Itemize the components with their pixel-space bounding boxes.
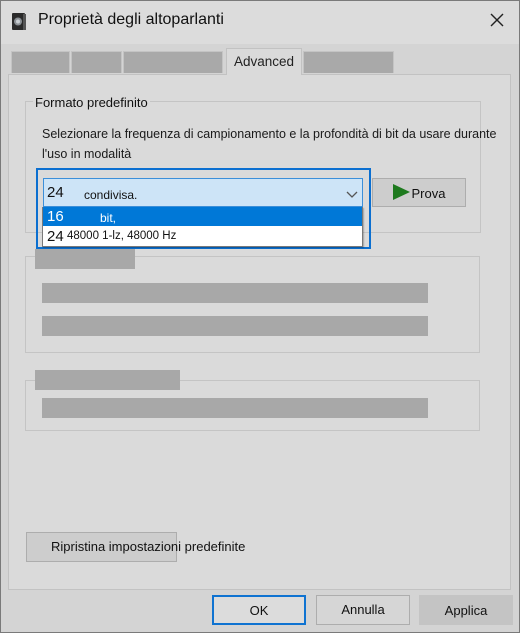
option-text: bit, — [100, 211, 117, 225]
tab-advanced[interactable]: Advanced — [226, 48, 302, 75]
default-format-legend: Formato predefinito — [33, 95, 150, 110]
default-format-description-line1: Selezionare la frequenza di campionament… — [42, 127, 497, 141]
restore-defaults-button[interactable]: Ripristina impostazioni predefinite — [26, 532, 245, 562]
chevron-down-icon[interactable] — [345, 187, 359, 198]
option-text: 48000 1-lz, 48000 Hz — [67, 230, 177, 242]
tab-redacted-3[interactable] — [123, 51, 223, 73]
tab-redacted-5[interactable] — [303, 51, 394, 73]
window-title: Proprietà degli altoparlanti — [38, 11, 224, 28]
close-button[interactable] — [484, 8, 510, 34]
test-button-label: Prova — [411, 186, 446, 202]
format-dropdown-list: 16 bit, 24 48000 1-lz, 48000 Hz — [42, 207, 363, 247]
redacted-control-1[interactable] — [42, 283, 428, 303]
option-bitdepth: 16 — [47, 208, 64, 225]
format-combobox[interactable]: 24 condivisa. — [43, 178, 363, 207]
cancel-button[interactable]: Annulla — [316, 595, 410, 625]
dropdown-option-24bit[interactable]: 24 48000 1-lz, 48000 Hz — [43, 227, 362, 246]
redacted-group-2-legend — [35, 370, 180, 390]
apply-button[interactable]: Applica — [419, 595, 513, 625]
option-bitdepth: 24 — [47, 228, 64, 245]
redacted-control-3[interactable] — [42, 398, 428, 418]
close-icon — [490, 13, 504, 27]
ok-button[interactable]: OK — [212, 595, 306, 625]
tab-redacted-2[interactable] — [71, 51, 122, 73]
play-icon — [392, 184, 410, 201]
dropdown-option-16bit[interactable]: 16 bit, — [43, 207, 362, 226]
combo-value-text: condivisa. — [84, 188, 138, 202]
redacted-control-2[interactable] — [42, 316, 428, 336]
test-button[interactable]: Prova — [372, 178, 466, 207]
speaker-icon — [11, 12, 27, 31]
combo-value-bitdepth: 24 — [47, 184, 64, 201]
redacted-group-1-legend — [35, 249, 135, 269]
tab-redacted-1[interactable] — [11, 51, 70, 73]
default-format-description-line2: l'uso in modalità — [42, 147, 132, 161]
redacted-group-1 — [25, 256, 480, 353]
